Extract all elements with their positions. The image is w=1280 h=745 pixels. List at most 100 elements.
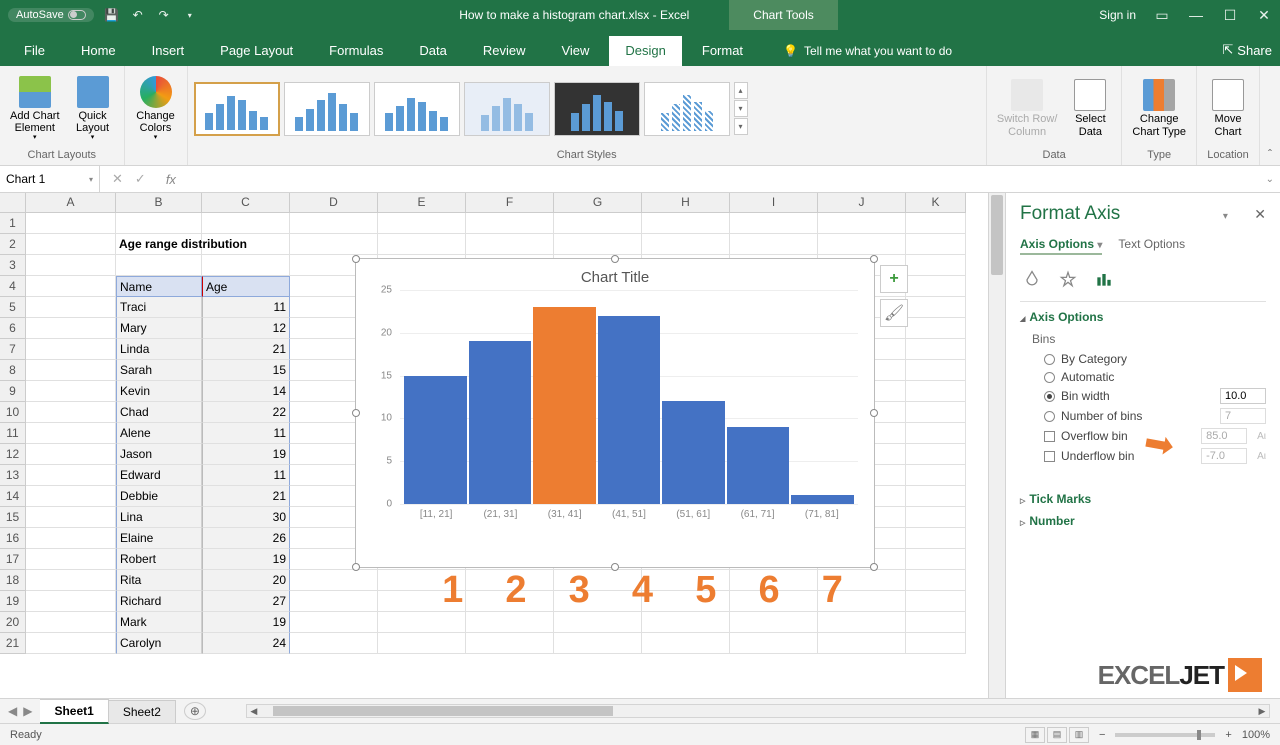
sheet-tab-2[interactable]: Sheet2 [109,700,176,723]
cell[interactable] [554,213,642,234]
tick-marks-section-header[interactable]: Tick Marks [1020,492,1266,506]
cell[interactable]: Edward [116,465,202,486]
chart-plot-area[interactable]: 0510152025 [11, 21](21, 31](31, 41](41, … [372,290,858,520]
cell[interactable] [26,549,116,570]
cell[interactable] [818,213,906,234]
cell[interactable] [26,486,116,507]
chart-handle[interactable] [870,409,878,417]
axis-options-icon[interactable] [1092,267,1116,291]
row-headers[interactable]: 123456789101112131415161718192021 [0,213,26,654]
cell[interactable] [378,213,466,234]
column-header[interactable]: K [906,193,966,213]
hscroll-right-icon[interactable]: ▶ [1255,706,1269,717]
redo-icon[interactable]: ↷ [156,7,172,23]
cell[interactable] [818,234,906,255]
row-header[interactable]: 5 [0,297,26,318]
checkbox-icon[interactable] [1044,451,1055,462]
ribbon-display-icon[interactable]: ▭ [1154,7,1170,23]
row-header[interactable]: 6 [0,318,26,339]
cell[interactable] [26,612,116,633]
cell[interactable] [906,507,966,528]
cell[interactable]: 24 [202,633,290,654]
cell[interactable] [202,213,290,234]
cell[interactable]: Traci [116,297,202,318]
column-header[interactable]: D [290,193,378,213]
autosave-toggle[interactable]: AutoSave [8,8,94,22]
signin-link[interactable]: Sign in [1099,8,1136,22]
cell[interactable] [378,234,466,255]
cell[interactable]: 19 [202,444,290,465]
cell[interactable] [906,465,966,486]
format-pane-close-icon[interactable]: ✕ [1254,206,1266,222]
histogram-bar[interactable] [791,495,854,504]
histogram-chart[interactable]: Chart Title 0510152025 [11, 21](21, 31](… [355,258,875,568]
row-header[interactable]: 21 [0,633,26,654]
row-header[interactable]: 19 [0,591,26,612]
cell[interactable] [642,234,730,255]
normal-view-icon[interactable]: ▦ [1025,727,1045,743]
histogram-bar[interactable] [662,401,725,504]
spreadsheet-grid[interactable]: ABCDEFGHIJK 1234567891011121314151617181… [0,193,988,698]
axis-options-tab[interactable]: Axis Options ▾ [1020,235,1102,255]
cell[interactable] [906,486,966,507]
cell[interactable]: Jason [116,444,202,465]
chart-handle[interactable] [611,255,619,263]
chart-handle[interactable] [352,563,360,571]
cell[interactable] [906,297,966,318]
radio-icon[interactable] [1044,372,1055,383]
cell[interactable]: 21 [202,339,290,360]
tab-format[interactable]: Format [686,36,759,66]
cell[interactable]: Sarah [116,360,202,381]
cell[interactable] [906,549,966,570]
cell[interactable] [26,633,116,654]
cell[interactable]: 21 [202,486,290,507]
chart-styles-button[interactable]: 🖌 [880,299,908,327]
change-colors-button[interactable]: Change Colors▾ [131,70,181,147]
cell[interactable] [26,360,116,381]
tab-design[interactable]: Design [609,36,681,66]
cell[interactable]: 20 [202,570,290,591]
cell[interactable] [26,318,116,339]
chart-handle[interactable] [352,409,360,417]
change-chart-type-button[interactable]: Change Chart Type [1128,70,1190,147]
cell[interactable]: Mary [116,318,202,339]
cell[interactable] [554,234,642,255]
row-header[interactable]: 8 [0,360,26,381]
zoom-level[interactable]: 100% [1242,729,1270,741]
cell[interactable]: 11 [202,423,290,444]
cell[interactable] [818,633,906,654]
cell[interactable] [906,444,966,465]
cell[interactable] [466,633,554,654]
number-section-header[interactable]: Number [1020,514,1266,528]
overflow-input[interactable] [1201,428,1247,444]
cell[interactable] [906,255,966,276]
chart-bars[interactable] [404,290,854,504]
cell[interactable] [906,339,966,360]
hscroll-thumb[interactable] [273,706,613,716]
cell[interactable] [906,612,966,633]
histogram-bar[interactable] [404,376,467,504]
cell[interactable]: Rita [116,570,202,591]
row-header[interactable]: 20 [0,612,26,633]
row-header[interactable]: 9 [0,381,26,402]
cell[interactable] [642,633,730,654]
cell[interactable] [466,213,554,234]
histogram-bar[interactable] [727,427,790,504]
tab-review[interactable]: Review [467,36,542,66]
cell[interactable] [730,213,818,234]
row-header[interactable]: 18 [0,570,26,591]
histogram-bar[interactable] [533,307,596,504]
cell[interactable] [26,276,116,297]
cell[interactable] [26,507,116,528]
cell[interactable]: Name [116,276,202,297]
cell[interactable] [554,612,642,633]
cell[interactable] [26,213,116,234]
save-icon[interactable]: 💾 [104,7,120,23]
tab-view[interactable]: View [545,36,605,66]
cell[interactable] [26,402,116,423]
vertical-scrollbar[interactable] [988,193,1005,698]
horizontal-scrollbar[interactable]: ◀ ▶ [246,704,1270,718]
cell[interactable] [26,297,116,318]
hscroll-left-icon[interactable]: ◀ [247,706,261,717]
column-header[interactable]: C [202,193,290,213]
